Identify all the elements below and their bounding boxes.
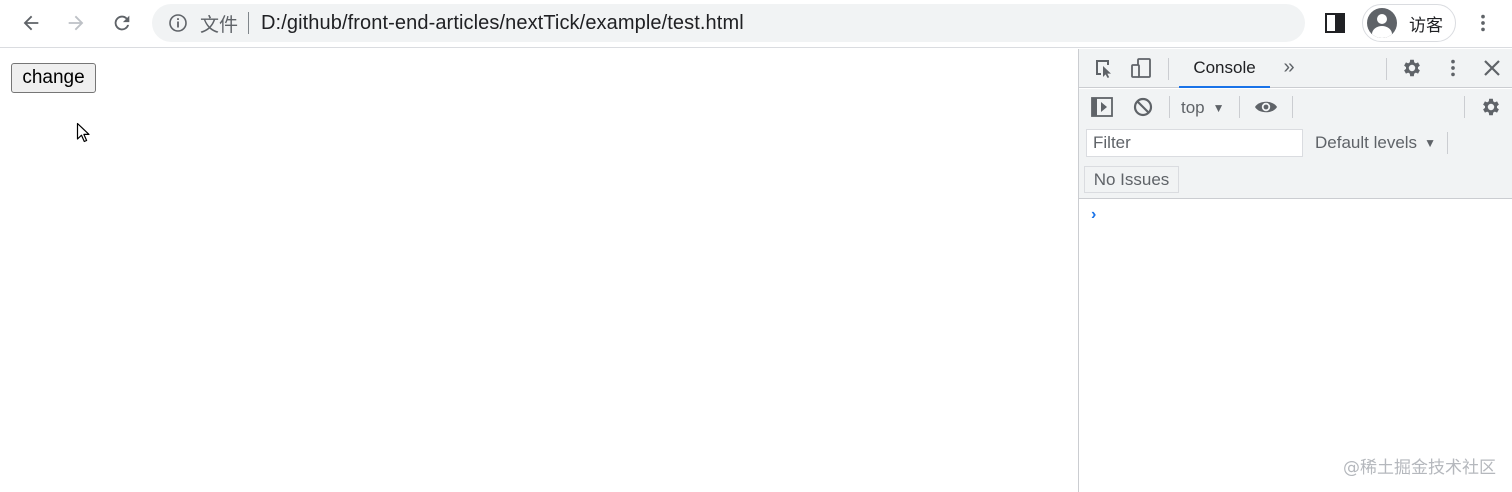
console-toolbar-divider bbox=[1169, 96, 1170, 118]
caret-down-icon: ▼ bbox=[1424, 136, 1436, 150]
scheme-label: 文件 bbox=[200, 13, 239, 36]
log-levels-select[interactable]: Default levels ▼ bbox=[1315, 131, 1436, 155]
forward-button[interactable] bbox=[59, 6, 93, 40]
console-toolbar-divider-3 bbox=[1292, 96, 1293, 118]
profile-label: 访客 bbox=[1409, 15, 1443, 36]
console-toolbar-divider-2 bbox=[1239, 96, 1240, 118]
filter-input[interactable] bbox=[1086, 129, 1303, 157]
url-text[interactable]: D:/github/front-end-articles/nextTick/ex… bbox=[261, 12, 744, 35]
caret-down-icon: ▼ bbox=[1212, 101, 1225, 115]
console-prompt-icon[interactable]: › bbox=[1091, 206, 1096, 224]
console-settings-gear-icon[interactable] bbox=[1478, 94, 1504, 120]
console-toolbar: top ▼ bbox=[1079, 89, 1512, 126]
arrow-right-icon bbox=[68, 15, 84, 31]
side-panel-button[interactable] bbox=[1318, 6, 1352, 40]
side-panel-icon bbox=[1325, 13, 1345, 33]
context-select[interactable]: top ▼ bbox=[1181, 96, 1225, 120]
address-separator bbox=[248, 12, 250, 34]
back-button[interactable] bbox=[14, 6, 48, 40]
address-bar[interactable]: 文件 D:/github/front-end-articles/nextTick… bbox=[152, 4, 1305, 42]
settings-gear-icon[interactable] bbox=[1399, 55, 1425, 81]
devtools-panel: Console » top ▼ Filter Default levels ▼ … bbox=[1078, 49, 1512, 492]
issues-button[interactable]: No Issues bbox=[1084, 166, 1179, 193]
eye-icon[interactable] bbox=[1253, 94, 1279, 120]
tab-console[interactable]: Console bbox=[1179, 49, 1270, 88]
inspect-element-icon[interactable] bbox=[1091, 55, 1117, 81]
filter-row-divider bbox=[1447, 132, 1448, 154]
device-toolbar-icon[interactable] bbox=[1128, 55, 1154, 81]
devtools-tabbar: Console » bbox=[1079, 49, 1512, 88]
change-button[interactable]: change bbox=[11, 63, 96, 93]
mouse-cursor-icon bbox=[76, 122, 90, 143]
issues-row: No Issues bbox=[1079, 162, 1512, 199]
console-toolbar-divider-4 bbox=[1464, 96, 1465, 118]
reload-icon bbox=[114, 15, 130, 31]
watermark: @稀土掘金技术社区 bbox=[1343, 458, 1496, 478]
profile-button[interactable]: 访客 bbox=[1362, 4, 1456, 42]
devtools-menu-icon[interactable] bbox=[1440, 55, 1466, 81]
filter-row: Default levels ▼ bbox=[1079, 126, 1512, 162]
sidebar-toggle-icon[interactable] bbox=[1089, 94, 1115, 120]
levels-label: Default levels bbox=[1315, 133, 1418, 152]
info-icon[interactable] bbox=[168, 13, 188, 33]
more-tabs-button[interactable]: » bbox=[1277, 55, 1301, 81]
page-viewport: change bbox=[0, 49, 1078, 492]
context-label: top bbox=[1181, 98, 1205, 117]
close-icon[interactable] bbox=[1479, 55, 1505, 81]
browser-toolbar: 文件 D:/github/front-end-articles/nextTick… bbox=[0, 0, 1512, 48]
clear-console-icon[interactable] bbox=[1130, 94, 1156, 120]
kebab-menu-icon bbox=[1481, 14, 1485, 32]
tabbar-divider-right bbox=[1386, 58, 1387, 80]
arrow-left-icon bbox=[23, 15, 39, 31]
avatar bbox=[1367, 8, 1397, 38]
browser-menu-button[interactable] bbox=[1466, 6, 1500, 40]
reload-button[interactable] bbox=[105, 6, 139, 40]
tabbar-divider bbox=[1168, 58, 1169, 80]
